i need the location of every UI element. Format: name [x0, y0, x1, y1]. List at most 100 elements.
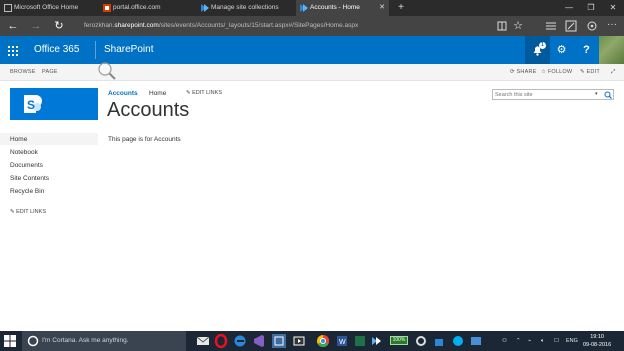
- star-icon: ☆: [541, 69, 547, 75]
- store-icon[interactable]: [432, 334, 446, 348]
- new-tab-button[interactable]: +: [390, 0, 412, 16]
- more-icon[interactable]: ···: [606, 20, 618, 32]
- edit-label: EDIT: [586, 69, 600, 75]
- left-nav-home[interactable]: Home: [10, 136, 27, 143]
- tab-page[interactable]: PAGE: [42, 64, 58, 81]
- browser-tab[interactable]: Microsoft Office Home: [0, 0, 98, 16]
- minimize-icon[interactable]: —: [558, 0, 580, 16]
- close-tab-icon[interactable]: ✕: [379, 0, 385, 16]
- pencil-icon: ✎: [10, 209, 15, 215]
- page-title: Accounts: [107, 99, 190, 121]
- tab-label: Microsoft Office Home: [14, 4, 79, 11]
- breadcrumb-site-link[interactable]: Accounts: [108, 90, 138, 97]
- people-tray-icon[interactable]: ⚇: [502, 331, 507, 351]
- active-app-icon[interactable]: [272, 334, 286, 348]
- address-bar: ← → ↻ ferozkhan.sharepoint.com/sites/eve…: [0, 16, 624, 36]
- browser-tab[interactable]: portal.office.com: [99, 0, 196, 16]
- share-button[interactable]: ⟳ SHARE: [510, 64, 537, 81]
- excel-icon[interactable]: [353, 334, 367, 348]
- url-host: sharepoint.com: [114, 22, 159, 29]
- edge-icon[interactable]: [233, 334, 247, 348]
- left-nav-documents[interactable]: Documents: [10, 162, 43, 169]
- volume-icon[interactable]: 🔈︎: [541, 331, 544, 351]
- input-language[interactable]: ENG: [566, 331, 578, 351]
- teams-icon[interactable]: [370, 334, 384, 348]
- search-icon[interactable]: [604, 91, 612, 99]
- focus-mode-icon[interactable]: ⤢: [611, 64, 616, 81]
- cortana-placeholder: I'm Cortana. Ask me anything.: [42, 337, 129, 344]
- site-logo[interactable]: S: [10, 88, 98, 120]
- url-field[interactable]: ferozkhan.sharepoint.com/sites/events/Ac…: [84, 16, 358, 36]
- left-nav-recycle-bin[interactable]: Recycle Bin: [10, 188, 44, 195]
- top-nav-home[interactable]: Home: [149, 90, 166, 97]
- notifications-bell-icon[interactable]: [525, 36, 550, 64]
- cursor-magnifier-icon: [96, 60, 118, 82]
- photos-icon[interactable]: [469, 334, 483, 348]
- cortana-icon: [27, 335, 39, 347]
- browser-tab-bar: Microsoft Office Home portal.office.com …: [0, 0, 624, 16]
- notification-center-icon[interactable]: ☐: [554, 331, 559, 351]
- reading-view-icon[interactable]: [496, 20, 508, 32]
- url-path: /sites/events/Accounts/_layouts/15/start…: [158, 22, 359, 29]
- windows-start-icon[interactable]: [4, 335, 16, 347]
- system-clock[interactable]: 19:10 09-08-2016: [583, 333, 611, 349]
- window-close-icon[interactable]: ✕: [602, 0, 624, 16]
- clock-time: 19:10: [590, 334, 604, 340]
- word-icon[interactable]: W: [335, 334, 349, 348]
- settings-gear-icon[interactable]: ⚙: [549, 36, 574, 64]
- edit-links-label: EDIT LINKS: [192, 90, 222, 96]
- browser-tab-active[interactable]: Accounts - Home ✕: [296, 0, 389, 16]
- refresh-icon[interactable]: ↻: [50, 18, 68, 34]
- media-icon[interactable]: [292, 334, 306, 348]
- user-avatar[interactable]: [599, 36, 624, 64]
- left-edit-links[interactable]: ✎ EDIT LINKS: [10, 209, 46, 215]
- app-launcher-icon[interactable]: [0, 36, 26, 64]
- pencil-icon: ✎: [186, 90, 191, 96]
- page-body-text: This page is for Accounts: [108, 136, 181, 143]
- chevron-down-icon[interactable]: ▾: [595, 90, 598, 99]
- office365-suite-bar: Office 365 SharePoint ⚙ ?: [0, 36, 624, 64]
- battery-indicator: 100%: [390, 336, 408, 345]
- opera-icon[interactable]: [214, 334, 228, 348]
- skype-icon[interactable]: [451, 334, 465, 348]
- tab-label: Manage site collections: [211, 4, 279, 11]
- network-icon[interactable]: ⌁: [528, 331, 531, 351]
- tab-browse[interactable]: BROWSE: [10, 64, 36, 81]
- ribbon-bar: BROWSE PAGE ⟳ SHARE ☆ FOLLOW ✎ EDIT ⤢: [0, 64, 624, 81]
- favorite-star-icon[interactable]: ☆: [512, 20, 524, 32]
- chrome-icon[interactable]: [316, 334, 330, 348]
- edit-button[interactable]: ✎ EDIT: [580, 64, 600, 81]
- browser-tab[interactable]: Manage site collections: [197, 0, 295, 16]
- back-icon[interactable]: ←: [4, 18, 22, 34]
- follow-button[interactable]: ☆ FOLLOW: [541, 64, 572, 81]
- clock-date: 09-08-2016: [583, 342, 612, 348]
- share-icon[interactable]: [586, 20, 598, 32]
- settings-gear-icon[interactable]: [414, 334, 428, 348]
- top-edit-links[interactable]: ✎ EDIT LINKS: [186, 90, 222, 96]
- office-icon: [4, 4, 12, 12]
- left-nav-notebook[interactable]: Notebook: [10, 149, 38, 156]
- visual-studio-icon[interactable]: [252, 334, 266, 348]
- svg-text:W: W: [339, 339, 346, 346]
- suite-divider: [95, 41, 96, 59]
- tray-overflow-icon[interactable]: ⌃: [516, 331, 521, 351]
- left-nav-site-contents[interactable]: Site Contents: [10, 175, 49, 182]
- hub-icon[interactable]: [545, 20, 557, 32]
- sharepoint-icon: [300, 4, 308, 12]
- mail-app-icon[interactable]: [196, 334, 210, 348]
- left-edit-links-label: EDIT LINKS: [16, 209, 46, 215]
- notification-badge: 1: [539, 42, 546, 49]
- help-icon[interactable]: ?: [574, 36, 599, 64]
- pencil-icon: ✎: [580, 69, 585, 75]
- office-icon: [103, 4, 111, 12]
- restore-icon[interactable]: ❐: [580, 0, 602, 16]
- share-icon: ⟳: [510, 69, 515, 75]
- site-search-box[interactable]: ▾: [492, 89, 614, 100]
- tab-label: portal.office.com: [113, 4, 161, 11]
- share-label: SHARE: [516, 69, 537, 75]
- forward-icon[interactable]: →: [27, 18, 45, 34]
- office365-link[interactable]: Office 365: [34, 36, 79, 64]
- svg-text:S: S: [27, 98, 35, 112]
- search-input[interactable]: [495, 90, 591, 99]
- web-note-icon[interactable]: [565, 20, 577, 32]
